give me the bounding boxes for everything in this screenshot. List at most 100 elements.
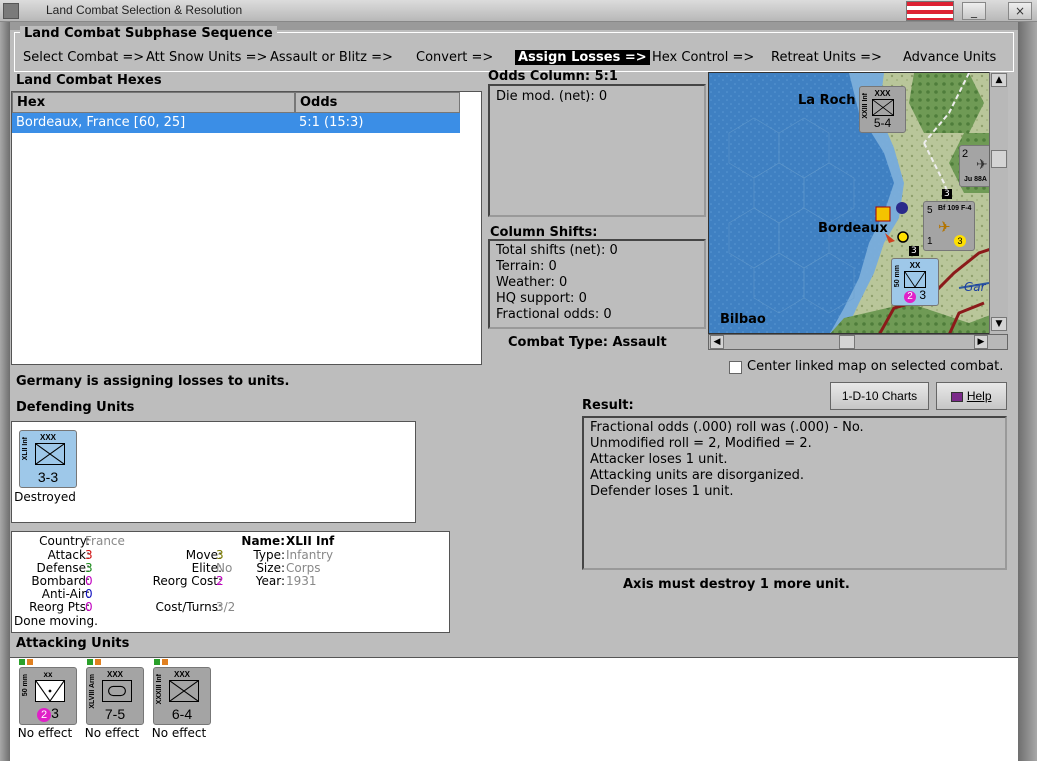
minimize-button[interactable]: _ xyxy=(962,2,986,20)
map-unit-50mm[interactable]: XX 50 mm 2 3 xyxy=(891,258,939,306)
armor-symbol-icon xyxy=(102,680,132,702)
window-title: Land Combat Selection & Resolution xyxy=(46,3,243,17)
stack-count-badge: 3 xyxy=(942,189,952,199)
unit-name: XLII Inf xyxy=(22,437,29,461)
unit-name: Bf 109 F-4 xyxy=(938,205,972,212)
reorg-cost-value: 2 xyxy=(216,574,224,588)
shift-total: Total shifts (net): 0 xyxy=(496,243,618,258)
stack-count-badge: 3 xyxy=(909,246,919,256)
unit-name: XXXIII Inf xyxy=(156,674,163,705)
result-panel: Fractional odds (.000) roll was (.000) -… xyxy=(582,416,1007,570)
cost-turns-value: 3/2 xyxy=(216,600,236,614)
infantry-symbol-icon xyxy=(169,680,199,702)
scroll-thumb[interactable] xyxy=(839,335,855,349)
linked-map[interactable]: La Roch Bordeaux Bilbao Gar XXX XXIII In… xyxy=(708,72,1008,334)
unit-strength-row: 2 3 xyxy=(892,288,938,303)
step-assign-losses: Assign Losses => xyxy=(515,50,650,65)
country-label: Country: xyxy=(39,534,90,548)
unit-name: XXIII Inf xyxy=(862,93,869,119)
scroll-left-arrow-icon[interactable]: ◀ xyxy=(710,335,724,349)
scroll-thumb[interactable] xyxy=(991,150,1007,168)
unit-info-panel: Country: France Attack: 3 Defense: 3 Bom… xyxy=(11,531,450,633)
elite-value: No xyxy=(216,561,233,575)
scroll-right-arrow-icon[interactable]: ▶ xyxy=(974,335,988,349)
frame-left xyxy=(0,22,10,761)
reorg-pts-label: Reorg Pts: xyxy=(29,600,90,614)
map-unit-bf109[interactable]: 5 Bf 109 F-4 ✈ 1 3 xyxy=(923,201,975,251)
done-moving-text: Done moving. xyxy=(14,614,98,628)
unit-strength: 3 xyxy=(51,705,59,721)
combat-type: Combat Type: Assault xyxy=(508,335,667,350)
attacking-unit-xlviii-arm[interactable]: XXX XLVIII Arm 7-5 xyxy=(86,667,144,725)
attacking-unit-xxxiii-inf[interactable]: XXX XXXIII Inf 6-4 xyxy=(153,667,211,725)
attacking-unit-50mm[interactable]: xx 50 mm 23 xyxy=(19,667,77,725)
step-retreat-units: Retreat Units => xyxy=(771,50,882,65)
attacking-units-title: Attacking Units xyxy=(16,636,130,651)
column-shifts-panel: Total shifts (net): 0 Terrain: 0 Weather… xyxy=(488,239,706,329)
aircraft-icon: ✈ xyxy=(976,156,988,172)
center-map-label: Center linked map on selected combat. xyxy=(747,359,1004,374)
scroll-down-arrow-icon[interactable]: ▼ xyxy=(991,317,1007,331)
unit-name: Ju 88A xyxy=(964,176,987,183)
cost-turns-label: Cost/Turns: xyxy=(155,600,222,614)
result-line: Fractional odds (.000) roll was (.000) -… xyxy=(590,420,864,435)
attacking-unit-status: No effect xyxy=(84,726,140,740)
unit-strength: 3-3 xyxy=(37,469,59,485)
unit-badge: 3 xyxy=(954,235,966,247)
hex-row-cell-odds[interactable]: 5:1 (15:3) xyxy=(295,113,460,133)
defense-label: Defense: xyxy=(36,561,90,575)
unit-name: 50 mm xyxy=(894,265,901,288)
charts-button[interactable]: 1-D-10 Charts xyxy=(830,382,929,410)
help-button[interactable]: Help xyxy=(936,382,1007,410)
attack-value: 3 xyxy=(85,548,93,562)
step-advance-units: Advance Units xyxy=(903,50,997,65)
map-vertical-scrollbar[interactable]: ▲ ▼ xyxy=(989,72,1008,334)
land-combat-hexes-title: Land Combat Hexes xyxy=(16,73,162,88)
column-header-hex[interactable]: Hex xyxy=(12,92,295,113)
unit-strength: 7-5 xyxy=(104,706,126,722)
type-label: Type: xyxy=(253,548,285,562)
step-convert: Convert => xyxy=(416,50,494,65)
unit-status-indicator-icon xyxy=(87,659,93,665)
hex-row-cell-hex[interactable]: Bordeaux, France [60, 25] xyxy=(12,113,295,133)
column-header-odds[interactable]: Odds xyxy=(295,92,460,113)
attacking-unit-status: No effect xyxy=(17,726,73,740)
unit-badge: 2 xyxy=(37,708,52,722)
map-unit-xxiii-inf[interactable]: XXX XXIII Inf 5-4 xyxy=(859,86,906,133)
map-label-bordeaux: Bordeaux xyxy=(818,221,888,236)
odds-panel: Die mod. (net): 0 xyxy=(488,84,706,217)
defending-units-title: Defending Units xyxy=(16,400,135,415)
close-button[interactable]: × xyxy=(1008,2,1032,20)
bombard-value: 0 xyxy=(85,574,93,588)
unit-status-indicator-icon xyxy=(95,659,101,665)
result-line: Unmodified roll = 2, Modified = 2. xyxy=(590,436,812,451)
book-icon xyxy=(951,391,964,402)
unit-strength: 2 xyxy=(962,148,969,160)
antiair-label: Anti-Air: xyxy=(41,587,90,601)
result-line: Attacking units are disorganized. xyxy=(590,468,804,483)
defending-unit-status: Destroyed xyxy=(14,490,76,504)
shift-fractional-odds: Fractional odds: 0 xyxy=(496,307,612,322)
infantry-symbol-icon xyxy=(35,443,65,465)
scroll-up-arrow-icon[interactable]: ▲ xyxy=(991,73,1007,87)
title-bar: Land Combat Selection & Resolution _ × xyxy=(0,0,1037,22)
reorg-pts-value: 0 xyxy=(85,600,93,614)
shift-terrain: Terrain: 0 xyxy=(496,259,557,274)
antiair-value: 0 xyxy=(85,587,93,601)
size-value: Corps xyxy=(286,561,321,575)
defending-unit-xlii-inf[interactable]: XXX XLII Inf 3-3 xyxy=(19,430,77,488)
move-value: 3 xyxy=(216,548,224,562)
center-map-checkbox[interactable] xyxy=(729,361,742,374)
unit-status-indicator-icon xyxy=(19,659,25,665)
attack-label: Attack: xyxy=(47,548,90,562)
frame-right xyxy=(1018,22,1037,761)
attacking-unit-status: No effect xyxy=(151,726,207,740)
unit-strength-right: 1 xyxy=(927,236,933,247)
step-select-combat: Select Combat => xyxy=(23,50,145,65)
result-line: Defender loses 1 unit. xyxy=(590,484,734,499)
map-horizontal-scrollbar[interactable]: ◀ ▶ xyxy=(708,334,1008,350)
die-mod-text: Die mod. (net): 0 xyxy=(496,89,608,104)
app-icon xyxy=(3,3,19,19)
reorg-cost-label: Reorg Cost: xyxy=(152,574,222,588)
year-value: 1931 xyxy=(286,574,317,588)
